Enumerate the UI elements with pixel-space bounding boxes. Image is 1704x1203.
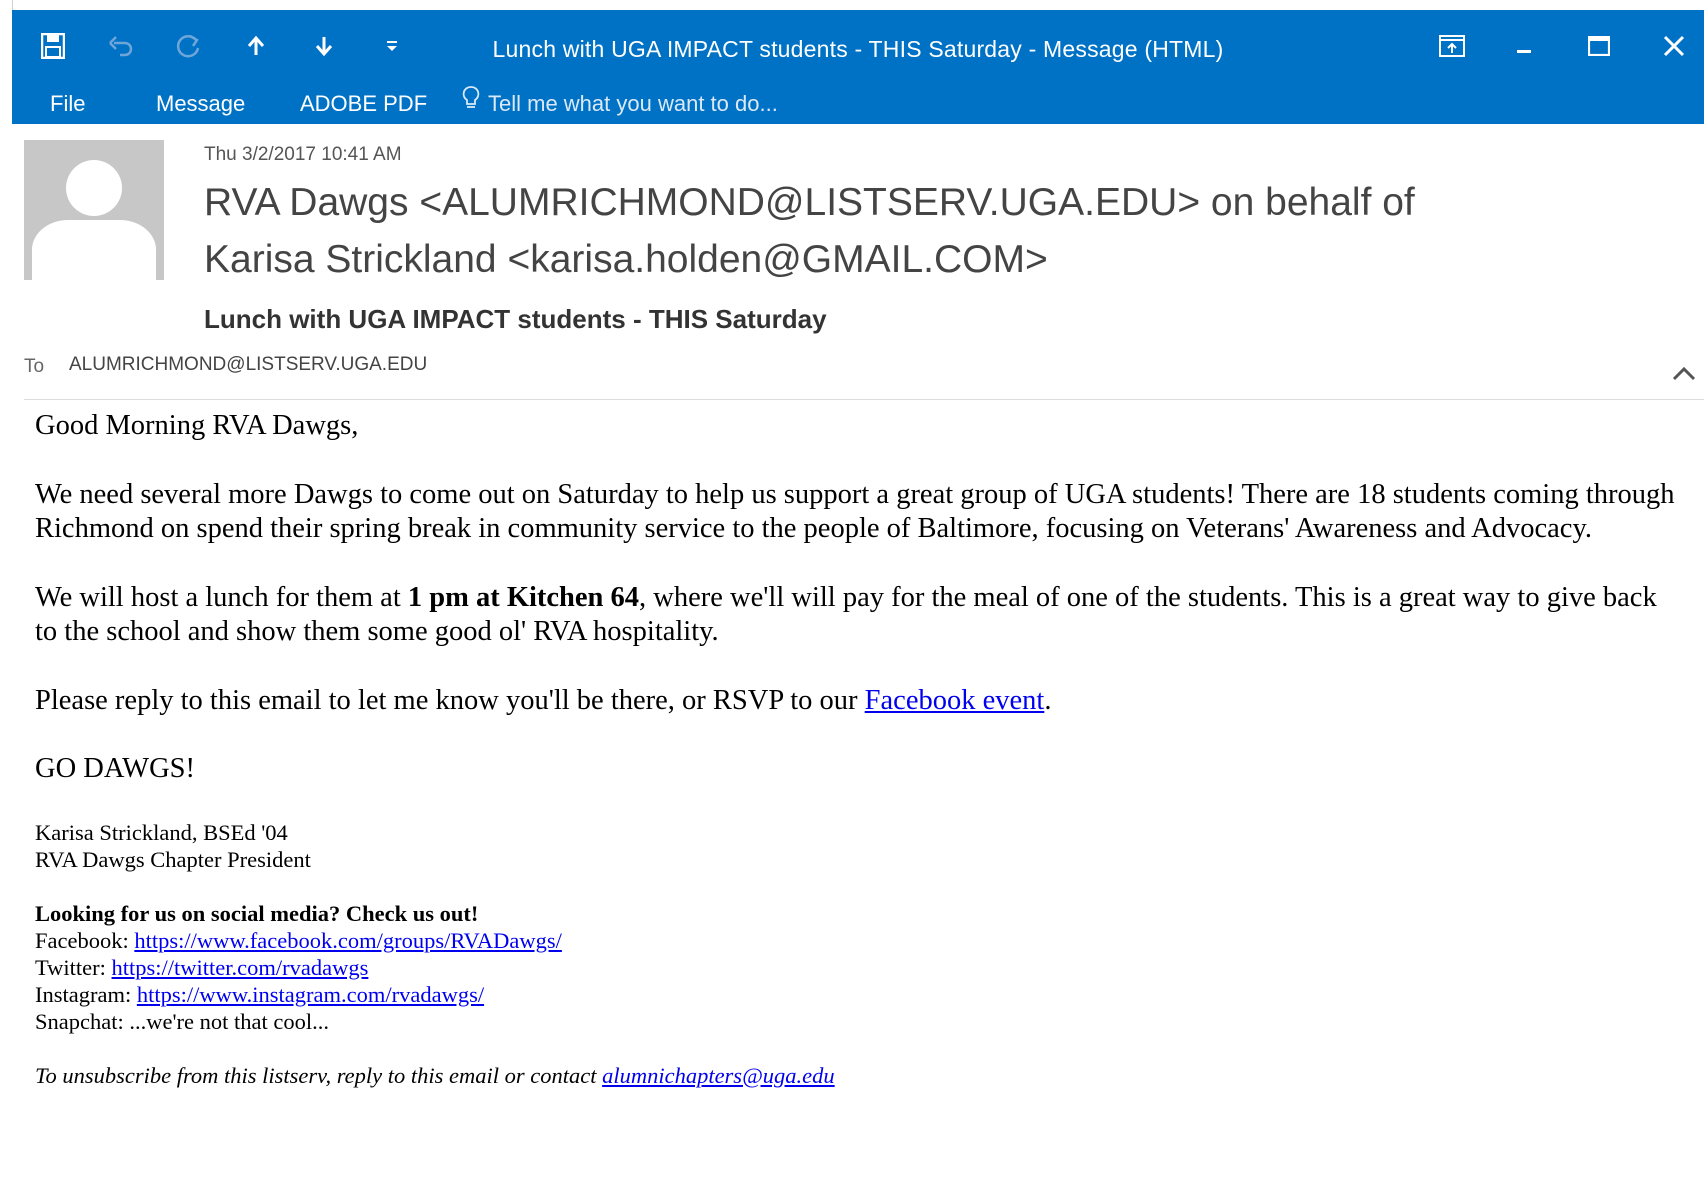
minimize-icon[interactable] [1512, 28, 1536, 64]
unsubscribe-text: To unsubscribe from this listserv, reply… [35, 1062, 603, 1088]
tell-me-placeholder: Tell me what you want to do... [488, 91, 778, 116]
twitter-line: Twitter: https://twitter.com/rvadawgs [35, 954, 1675, 981]
ribbon-bar: File Message ADOBE PDF Tell me what you … [12, 84, 1704, 124]
signature-name: Karisa Strickland, BSEd '04 [35, 819, 288, 845]
to-label: To [24, 356, 45, 377]
message-body: Good Morning RVA Dawgs, We need several … [35, 409, 1675, 1089]
signature-title: RVA Dawgs Chapter President [35, 846, 311, 872]
to-recipient[interactable]: ALUMRICHMOND@LISTSERV.UGA.EDU [69, 354, 427, 376]
restore-window-icon[interactable] [1436, 28, 1468, 64]
facebook-label: Facebook: [35, 927, 135, 953]
unsubscribe-line: To unsubscribe from this listserv, reply… [35, 1062, 1675, 1089]
facebook-line: Facebook: https://www.facebook.com/group… [35, 927, 1675, 954]
sender-info: RVA Dawgs <ALUMRICHMOND@LISTSERV.UGA.EDU… [204, 174, 1624, 288]
facebook-event-link[interactable]: Facebook event [865, 685, 1045, 716]
instagram-label: Instagram: [35, 981, 137, 1007]
greeting: Good Morning RVA Dawgs, [35, 410, 359, 441]
event-time-location: 1 pm at Kitchen 64 [407, 581, 640, 613]
twitter-link[interactable]: https://twitter.com/rvadawgs [112, 955, 369, 980]
paragraph-2-text: We will host a lunch for them at [35, 581, 408, 613]
title-bar: Lunch with UGA IMPACT students - THIS Sa… [12, 10, 1704, 84]
tab-message[interactable]: Message [156, 84, 245, 124]
body-paragraph-1: We need several more Dawgs to come out o… [35, 478, 1675, 545]
instagram-link[interactable]: https://www.instagram.com/rvadawgs/ [137, 982, 484, 1007]
on-behalf-of-line[interactable]: Karisa Strickland <karisa.holden@GMAIL.C… [204, 231, 1624, 288]
paragraph-3-period: . [1044, 684, 1052, 716]
body-paragraph-3: Please reply to this email to let me kno… [35, 684, 1675, 719]
sender-line[interactable]: RVA Dawgs <ALUMRICHMOND@LISTSERV.UGA.EDU… [204, 174, 1624, 231]
paragraph-3-text: Please reply to this email to let me kno… [35, 684, 865, 716]
lightbulb-icon [462, 84, 480, 124]
cheer: GO DAWGS! [35, 753, 195, 784]
close-icon[interactable] [1660, 28, 1688, 64]
header-divider [24, 399, 1704, 400]
message-pane: Thu 3/2/2017 10:41 AM RVA Dawgs <ALUMRIC… [12, 124, 1704, 1203]
twitter-label: Twitter: [35, 954, 112, 980]
tab-adobe-pdf[interactable]: ADOBE PDF [300, 84, 427, 124]
snapchat-line: Snapchat: ...we're not that cool... [35, 1008, 329, 1034]
instagram-line: Instagram: https://www.instagram.com/rva… [35, 981, 1675, 1008]
social-heading: Looking for us on social media? Check us… [35, 900, 479, 926]
alumni-chapters-email-link[interactable]: alumnichapters@uga.edu [602, 1063, 835, 1088]
message-subject: Lunch with UGA IMPACT students - THIS Sa… [204, 304, 827, 334]
body-paragraph-2: We will host a lunch for them at 1 pm at… [35, 581, 1675, 650]
avatar-placeholder-icon [24, 140, 164, 280]
tab-file[interactable]: File [50, 84, 85, 124]
facebook-group-link[interactable]: https://www.facebook.com/groups/RVADawgs… [134, 928, 562, 953]
maximize-icon[interactable] [1586, 28, 1612, 64]
tell-me-search[interactable]: Tell me what you want to do... [462, 84, 778, 124]
message-date: Thu 3/2/2017 10:41 AM [204, 144, 402, 165]
collapse-header-icon[interactable] [1670, 364, 1698, 384]
